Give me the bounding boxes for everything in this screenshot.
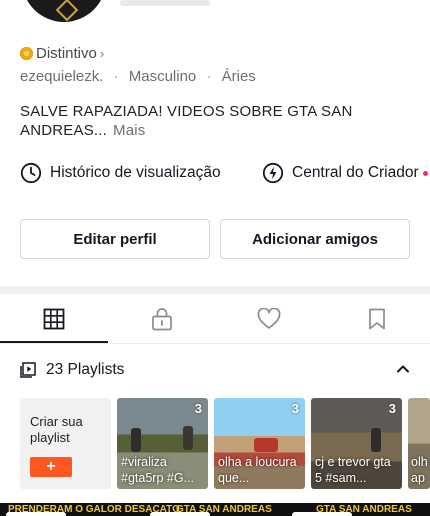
profile-meta: ezequielezk. · Masculino · Áries [20,68,256,85]
badge-icon [20,46,33,60]
playlist-video-count: 3 [388,401,396,416]
bookmark-icon [368,308,385,330]
chevron-right-icon: › [99,45,105,61]
video-grid-preview[interactable]: PRENDERAM O GALOR DESACATO GTA SAN ANDRE… [0,503,430,516]
playlist-icon [20,362,36,378]
separator: · [206,68,212,85]
playlist-video-count: 3 [291,401,299,416]
tab-liked[interactable] [215,295,322,343]
notification-dot [422,170,428,176]
collapse-button[interactable] [394,360,412,383]
game-character [371,428,381,452]
playlist-card[interactable]: 3 cj e trevor gta 5 #sam... [311,398,402,489]
create-playlist-card[interactable]: Criar sua playlist + [20,398,111,489]
video-thumb-label [150,512,210,516]
creator-label: Central do Criador [292,164,419,181]
tab-grid[interactable] [0,295,107,343]
playlist-caption: olh ap [411,455,428,485]
clock-icon [20,162,42,184]
badge-link[interactable]: Distintivo › [20,43,104,63]
create-playlist-button[interactable]: + [30,457,72,477]
bio-more-link[interactable]: Mais [113,122,145,139]
video-thumb-label [6,512,66,516]
creator-center-link[interactable]: Central do Criador [262,161,428,185]
add-friends-button[interactable]: Adicionar amigos [220,219,410,259]
playlist-card[interactable]: 3 #viraliza #gta5rp #G... [117,398,208,489]
section-divider [0,286,430,294]
content-tabs [0,295,430,343]
playlist-video-count: 3 [194,401,202,416]
history-label: Histórico de visualização [50,164,221,181]
create-playlist-label: Criar sua playlist [30,414,83,445]
playlist-caption: #viraliza #gta5rp #G... [121,455,194,485]
game-character [131,428,141,452]
zodiac: Áries [221,68,256,85]
playlists-header[interactable]: 23 Playlists [20,358,124,382]
chevron-up-icon [397,365,409,373]
avatar[interactable] [22,0,106,22]
game-character [183,426,193,450]
badge-label: Distintivo [36,44,97,62]
username: ezequielezk. [20,68,104,85]
grid-icon [43,308,64,330]
separator: · [113,68,119,85]
lock-icon [151,308,172,331]
playlist-caption: cj e trevor gta 5 #sam... [315,455,391,485]
playlists-count: 23 Playlists [46,361,125,378]
tabs-divider [0,343,430,344]
bio-text: SALVE RAPAZIADA! VIDEOS SOBRE GTA SAN AN… [20,103,353,139]
game-vehicle [254,438,278,452]
bio[interactable]: SALVE RAPAZIADA! VIDEOS SOBRE GTA SAN AN… [20,102,420,140]
tab-private[interactable] [108,295,215,343]
gender: Masculino [128,68,197,85]
playlist-caption: olha a loucura que... [218,455,297,485]
heart-icon [257,308,280,329]
playlist-card[interactable]: olh ap [408,398,430,489]
history-link[interactable]: Histórico de visualização [20,161,221,185]
playlist-card[interactable]: 3 olha a loucura que... [214,398,305,489]
edit-profile-button[interactable]: Editar perfil [20,219,210,259]
video-thumb-label [292,512,352,516]
top-text-remnant [120,0,210,6]
tab-saved[interactable] [323,295,430,343]
lightning-icon [262,162,284,184]
